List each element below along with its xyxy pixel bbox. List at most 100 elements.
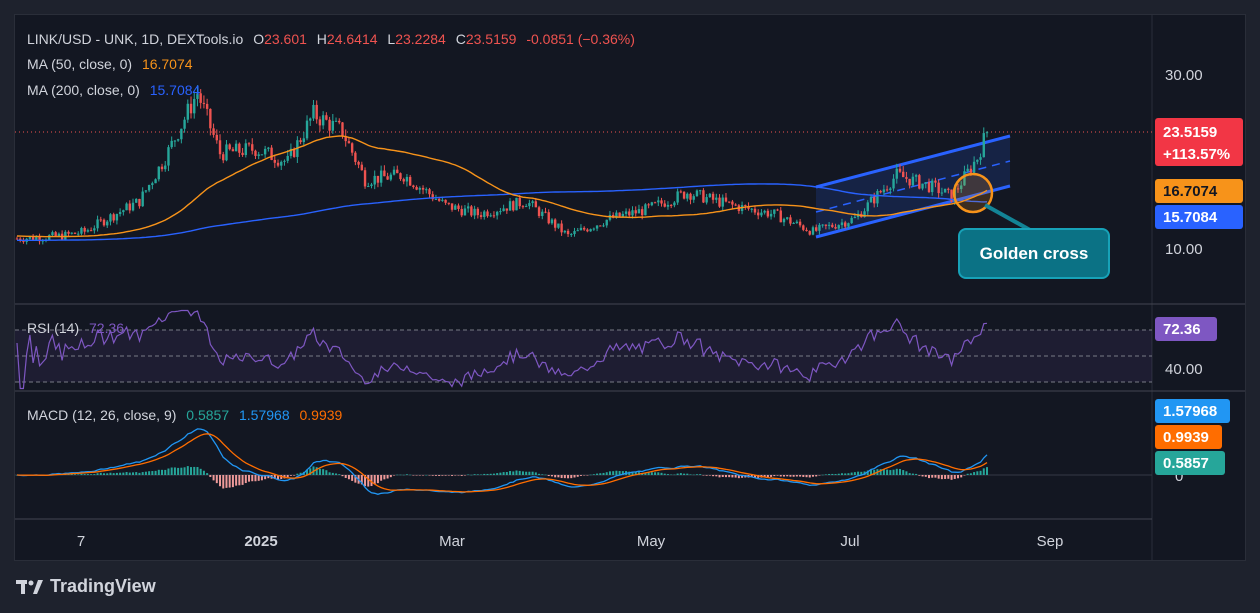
macd-hist-bar — [779, 475, 782, 477]
candle-body — [947, 188, 950, 190]
candle-body — [267, 147, 270, 149]
macd-hist-bar — [132, 472, 135, 475]
candle-body — [321, 115, 325, 126]
candle-body — [931, 180, 934, 193]
macd-hist-bar — [231, 475, 234, 488]
candle-body — [466, 206, 470, 209]
macd-hist-bar — [650, 472, 653, 475]
candle-body — [782, 218, 786, 223]
candle-body — [80, 227, 83, 234]
tradingview-logo[interactable]: TradingView — [16, 576, 156, 597]
macd-hist-bar — [451, 475, 454, 476]
candle-body — [834, 227, 837, 229]
macd-hist-bar — [976, 471, 979, 475]
macd-hist-bar — [412, 475, 415, 476]
candle-body — [425, 189, 428, 191]
time-tick-mar: Mar — [439, 533, 465, 550]
candle-body — [479, 215, 483, 217]
macd-hist-bar — [554, 475, 557, 478]
rsi-legend: RSI (14) 72.36 — [27, 320, 124, 336]
macd-hist-bar — [786, 475, 789, 477]
candle-body — [905, 177, 908, 179]
candle-body — [682, 191, 686, 199]
macd-hist-bar — [966, 473, 969, 475]
candle-body — [244, 143, 248, 155]
macd-hist-bar — [695, 474, 698, 475]
macd-hist-bar — [583, 475, 586, 476]
macd-hist-bar — [454, 475, 457, 476]
candle-body — [312, 104, 315, 119]
candle-body — [315, 104, 318, 120]
candle-body — [86, 230, 90, 232]
candle-body — [302, 138, 306, 143]
macd-hist-bar — [979, 470, 982, 475]
macd-hist-bar — [902, 470, 905, 475]
candle-body — [705, 197, 708, 203]
macd-hist-bar — [199, 468, 202, 475]
candle-body — [338, 120, 341, 123]
macd-hist-bar — [528, 471, 531, 475]
candle-body — [808, 231, 811, 235]
candle-body — [144, 190, 148, 192]
macd-hist-bar — [705, 475, 708, 476]
candle-body — [605, 219, 608, 226]
low-value: 23.2284 — [395, 31, 446, 47]
macd-legend: MACD (12, 26, close, 9) 0.5857 1.57968 0… — [27, 407, 343, 423]
candle-body — [647, 204, 650, 206]
candle-body — [173, 140, 177, 142]
macd-hist-bar — [170, 467, 173, 475]
macd-hist-bar — [828, 473, 831, 475]
macd-hist-bar — [502, 472, 505, 475]
macd-hist-bar — [112, 473, 115, 475]
candle-body — [534, 201, 538, 208]
macd-hist-bar — [222, 475, 225, 489]
macd-hist-bar — [931, 475, 934, 478]
candle-body — [695, 190, 699, 197]
candle-body — [618, 212, 621, 217]
macd-hist-bar — [608, 471, 611, 475]
macd-hist-bar — [380, 475, 383, 481]
candle-body — [128, 203, 131, 211]
macd-hist-bar — [886, 469, 889, 475]
candle-body — [553, 219, 557, 228]
candle-body — [969, 168, 973, 173]
macd-hist-bar — [180, 467, 183, 475]
macd-hist-bar — [215, 475, 218, 484]
macd-hist-bar — [969, 473, 972, 475]
macd-hist-bar — [328, 472, 331, 475]
candle-body — [760, 212, 763, 216]
macd-hist-bar — [596, 473, 599, 475]
candle-body — [418, 187, 422, 190]
macd-hist-bar — [476, 474, 479, 475]
time-tick-jul: Jul — [840, 533, 859, 550]
candle-body — [215, 134, 219, 141]
macd-hist-bar — [824, 474, 827, 475]
candle-body — [541, 211, 544, 216]
candle-body — [592, 228, 596, 230]
candle-body — [489, 215, 492, 217]
candle-body — [102, 219, 106, 226]
low-label: L — [387, 31, 395, 47]
macd-hist-bar — [225, 475, 228, 488]
candle-body — [972, 161, 976, 173]
candle-body — [640, 209, 644, 216]
macd-hist-bar — [815, 475, 818, 477]
macd-hist-bar — [122, 472, 125, 475]
candle-body — [428, 189, 431, 195]
candle-body — [792, 223, 795, 225]
macd-hist-bar — [734, 475, 737, 478]
macd-hist-bar — [161, 469, 164, 475]
macd-hist-bar — [944, 475, 947, 479]
candle-body — [679, 191, 683, 193]
macd-hist-bar — [670, 474, 673, 476]
candle-body — [402, 179, 405, 182]
macd-hist-bar — [80, 473, 83, 475]
candle-body — [560, 223, 563, 233]
macd-hist-bar — [167, 468, 170, 475]
candle-body — [373, 175, 376, 185]
macd-hist-bar — [699, 474, 702, 475]
macd-hist-bar — [344, 475, 347, 478]
macd-hist-bar — [924, 475, 927, 477]
candle-body — [573, 230, 576, 235]
last-price-tag-change: +113.57% — [1163, 146, 1230, 163]
